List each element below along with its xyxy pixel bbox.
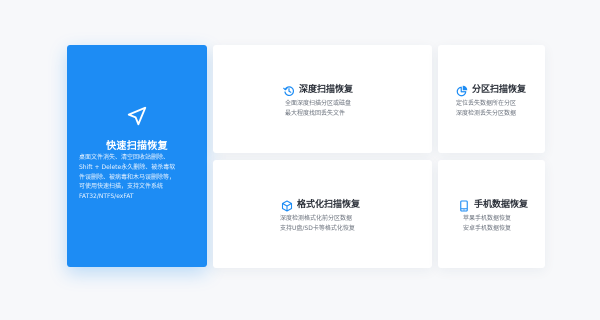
format-scan-card[interactable]: 格式化扫描恢复 深度检测格式化前分区数据 支持U盘/SD卡等格式化恢复 [213, 160, 432, 268]
history-clock-icon [283, 82, 295, 96]
quick-scan-desc-line: 桌面文件消失、清空回收站删除、 [79, 154, 170, 161]
phone-recovery-header: 手机数据恢复 [458, 197, 529, 212]
format-scan-desc-line: 支持U盘/SD卡等格式化恢复 [280, 225, 355, 232]
format-scan-desc-line: 深度检测格式化前分区数据 [280, 215, 353, 222]
phone-recovery-desc-line: 安卓手机数据恢复 [463, 225, 512, 232]
cube-icon [281, 197, 293, 212]
quick-scan-desc-line: FAT32/NTFS/exFAT [79, 193, 134, 201]
quick-scan-desc-line: Shift + Delete永久删除、被杀毒软 [79, 163, 176, 171]
quick-scan-card[interactable]: 快速扫描恢复 桌面文件消失、清空回收站删除、 Shift + Delete永久删… [67, 45, 207, 267]
partition-scan-header: 分区扫描恢复 [456, 82, 527, 97]
phone-recovery-desc-line: 苹果手机数据恢复 [463, 215, 512, 222]
partition-scan-title: 分区扫描恢复 [472, 84, 527, 95]
format-scan-header: 格式化扫描恢复 [281, 197, 361, 212]
deep-scan-card[interactable]: 深度扫描恢复 全面深度扫描分区或磁盘 最大程度找回丢失文件 [213, 45, 432, 153]
deep-scan-description: 全面深度扫描分区或磁盘 最大程度找回丢失文件 [285, 99, 351, 119]
deep-scan-header: 深度扫描恢复 [283, 82, 354, 96]
phone-recovery-card[interactable]: 手机数据恢复 苹果手机数据恢复 安卓手机数据恢复 [438, 160, 545, 268]
partition-scan-card[interactable]: 分区扫描恢复 定位丢失数据所在分区 深度检测丢失分区数据 [438, 45, 545, 153]
quick-scan-desc-line: 可使用快速扫描，支持文件系统 [79, 183, 164, 191]
quick-scan-title: 快速扫描恢复 [106, 141, 168, 152]
mobile-phone-icon [458, 197, 470, 212]
quick-scan-desc-line: 件误删除、被病毒和木马误删除等， [79, 173, 176, 181]
partition-scan-desc-line: 定位丢失数据所在分区 [456, 100, 517, 107]
deep-scan-desc-line: 最大程度找回丢失文件 [285, 110, 346, 117]
deep-scan-title: 深度扫描恢复 [299, 84, 354, 95]
partition-scan-desc-line: 深度检测丢失分区数据 [456, 110, 517, 117]
format-scan-title: 格式化扫描恢复 [297, 199, 361, 210]
partition-scan-description: 定位丢失数据所在分区 深度检测丢失分区数据 [456, 99, 516, 119]
partition-pie-icon [456, 82, 468, 97]
quick-scan-description: 桌面文件消失、清空回收站删除、 Shift + Delete永久删除、被杀毒软 … [79, 153, 199, 202]
format-scan-description: 深度检测格式化前分区数据 支持U盘/SD卡等格式化恢复 [280, 214, 355, 234]
deep-scan-desc-line: 全面深度扫描分区或磁盘 [285, 100, 352, 107]
recovery-modes-panel: 快速扫描恢复 桌面文件消失、清空回收站删除、 Shift + Delete永久删… [0, 0, 600, 320]
phone-recovery-title: 手机数据恢复 [474, 199, 529, 210]
phone-recovery-description: 苹果手机数据恢复 安卓手机数据恢复 [463, 214, 511, 234]
navigation-arrow-icon [67, 105, 207, 127]
